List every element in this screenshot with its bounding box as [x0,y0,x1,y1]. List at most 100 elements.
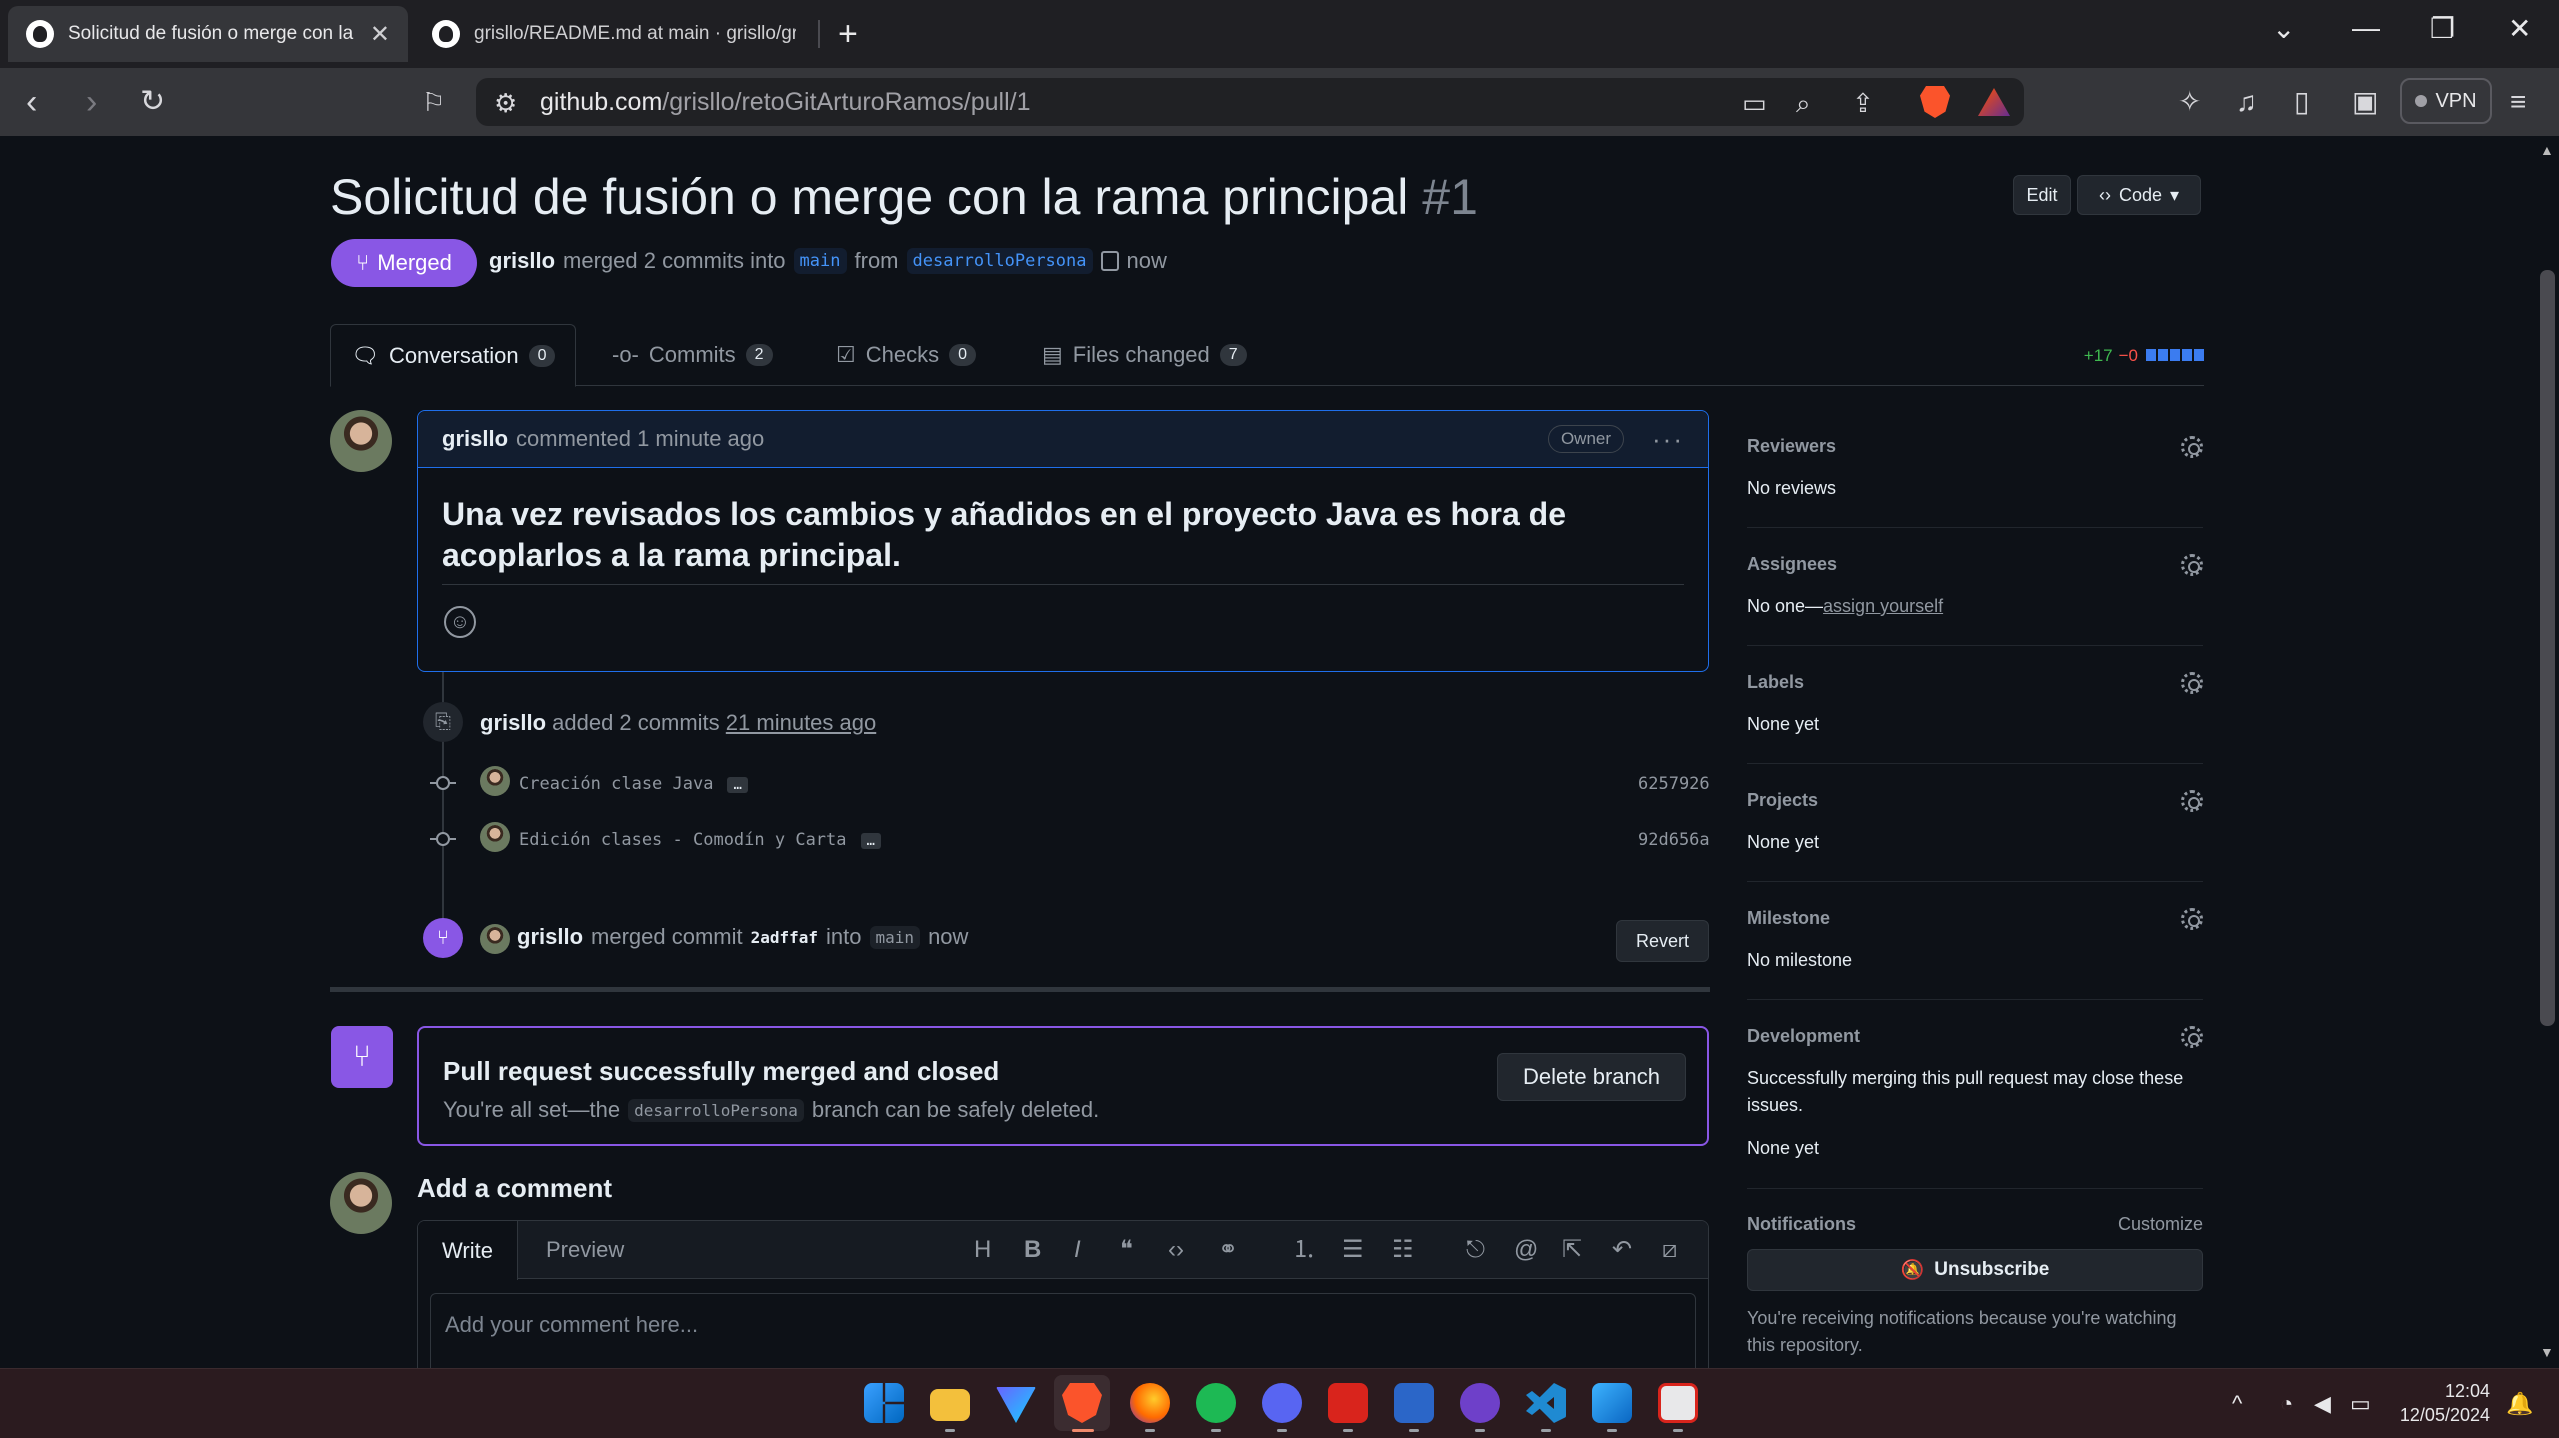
commit-sha[interactable]: 6257926 [1638,774,1710,794]
customize-link[interactable]: Customize [2118,1214,2203,1235]
vpn-button[interactable]: VPN [2400,78,2492,124]
brave-shields-icon[interactable] [1920,86,1950,118]
share-icon[interactable]: ⇪ [1852,88,1874,119]
system-clock[interactable]: 12:04 12/05/2024 [2398,1379,2490,1427]
revert-button[interactable]: Revert [1616,920,1709,962]
windows-start-icon[interactable] [864,1383,904,1423]
head-branch[interactable]: desarrolloPersona [906,248,1093,274]
gear-icon[interactable] [2181,1026,2203,1048]
mention-icon[interactable]: @ [1514,1235,1538,1265]
event-author[interactable]: grisllo [517,924,583,950]
merge-commit-sha[interactable]: 2adffaf [751,928,818,947]
avatar[interactable] [480,766,510,796]
github-desktop-icon[interactable] [1460,1383,1500,1423]
media-icon[interactable]: ♫ [2236,84,2257,120]
code-button[interactable]: ‹› Code ▾ [2077,175,2201,215]
menu-icon[interactable]: ≡ [2510,84,2526,120]
vscode-icon[interactable] [1526,1383,1566,1423]
discord-icon[interactable] [1262,1383,1302,1423]
gear-icon[interactable] [2181,908,2203,930]
comment-time[interactable]: commented 1 minute ago [516,426,764,452]
tab-conversation[interactable]: 🗨 Conversation 0 [330,324,577,387]
word-icon[interactable] [1394,1383,1434,1423]
sidebar-title[interactable]: Projects [1747,790,2203,811]
event-time[interactable]: 21 minutes ago [726,710,876,735]
sidebar-title[interactable]: Milestone [1747,908,2203,929]
unordered-list-icon[interactable]: ☰ [1342,1235,1364,1265]
tray-chevron-icon[interactable]: ^ [2232,1391,2242,1417]
copy-icon[interactable] [1100,251,1119,271]
brave-rewards-icon[interactable] [1978,88,2010,116]
browser-tab-active[interactable]: Solicitud de fusión o merge con la ✕ [8,6,408,62]
file-explorer-icon[interactable] [930,1389,970,1421]
extensions-icon[interactable]: ✧ [2178,84,2201,120]
heading-icon[interactable]: H [974,1235,991,1265]
tab-checks[interactable]: ☑ Checks 0 [816,324,996,386]
assign-yourself-link[interactable]: assign yourself [1823,596,1943,616]
wallet-icon[interactable]: ▣ [2352,84,2378,120]
wifi-icon[interactable]: ◔ [2280,1391,2293,1417]
sidebar-title[interactable]: Development [1747,1026,2203,1047]
unsubscribe-button[interactable]: 🔕 Unsubscribe [1747,1249,2203,1291]
comment-textarea[interactable]: Add your comment here... [430,1293,1696,1369]
avatar[interactable] [480,822,510,852]
address-bar[interactable]: ⚙ github.com/grisllo/retoGitArturoRamos/… [476,78,2024,126]
gear-icon[interactable] [2181,672,2203,694]
forward-icon[interactable]: › [86,84,97,120]
commit-sha[interactable]: 92d656a [1638,830,1710,850]
gear-icon[interactable] [2181,554,2203,576]
smiley-icon[interactable]: ☺ [444,606,476,638]
tab-list-chevron-icon[interactable]: ⌄ [2272,12,2295,45]
expand-commit-button[interactable]: … [860,833,881,849]
browser-tab-inactive[interactable]: grisllo/README.md at main · grisllo/gris [414,6,814,62]
gear-icon[interactable] [2181,790,2203,812]
spotify-icon[interactable] [1196,1383,1236,1423]
url-text[interactable]: github.com/grisllo/retoGitArturoRamos/pu… [540,88,1031,117]
bold-icon[interactable]: B [1024,1235,1041,1265]
back-icon[interactable]: ‹ [26,84,37,120]
volume-icon[interactable]: ◀ [2314,1391,2331,1417]
event-author[interactable]: grisllo [480,710,546,735]
battery-icon[interactable]: ▭ [2350,1391,2371,1417]
comment-author[interactable]: grisllo [442,426,508,452]
app-icon[interactable] [1658,1383,1698,1423]
install-app-icon[interactable]: ▭ [1742,88,1767,119]
link-icon[interactable]: ⚭ [1218,1235,1238,1265]
tab-close-icon[interactable]: ✕ [370,20,390,49]
avatar[interactable] [330,1172,392,1234]
minimize-icon[interactable]: — [2352,12,2380,44]
avatar[interactable] [480,924,510,954]
commit-message[interactable]: Creación clase Java [519,774,713,794]
task-list-icon[interactable]: ☷ [1392,1235,1414,1265]
gear-icon[interactable] [2181,436,2203,458]
acrobat-icon[interactable] [1328,1383,1368,1423]
snipping-tool-icon[interactable] [1592,1383,1632,1423]
expand-commit-button[interactable]: … [727,777,748,793]
quote-icon[interactable]: ❝ [1120,1235,1133,1265]
italic-icon[interactable]: I [1074,1235,1081,1265]
author-link[interactable]: grisllo [489,248,555,274]
close-window-icon[interactable]: ✕ [2508,12,2531,45]
kebab-menu-icon[interactable]: ··· [1652,424,1684,455]
tab-commits[interactable]: -o- Commits 2 [592,324,793,386]
avatar[interactable] [330,410,392,472]
slash-command-icon[interactable]: ⧄ [1662,1235,1677,1265]
restore-icon[interactable]: ❐ [2430,12,2455,45]
page-scrollbar[interactable]: ▲ ▼ [2536,136,2559,1368]
preview-tab[interactable]: Preview [522,1221,648,1279]
attach-icon[interactable]: ⎋ [1466,1235,1485,1265]
tab-files-changed[interactable]: ▤ Files changed 7 [1022,324,1267,386]
scroll-down-icon[interactable]: ▼ [2540,1344,2554,1360]
merged-branch[interactable]: desarrolloPersona [628,1098,804,1122]
code-icon[interactable]: ‹› [1168,1235,1184,1265]
merge-branch[interactable]: main [869,925,921,949]
edit-button[interactable]: Edit [2013,175,2071,215]
site-info-icon[interactable]: ⚙ [494,88,517,119]
reply-icon[interactable]: ↶ [1612,1235,1632,1265]
commit-message[interactable]: Edición clases - Comodín y Carta [519,830,847,850]
sidebar-title[interactable]: Reviewers [1747,436,2203,457]
numbered-list-icon[interactable]: ⒈ [1292,1235,1316,1265]
reload-icon[interactable]: ↻ [140,84,165,120]
scroll-thumb[interactable] [2540,270,2555,1026]
write-tab[interactable]: Write [418,1221,518,1280]
